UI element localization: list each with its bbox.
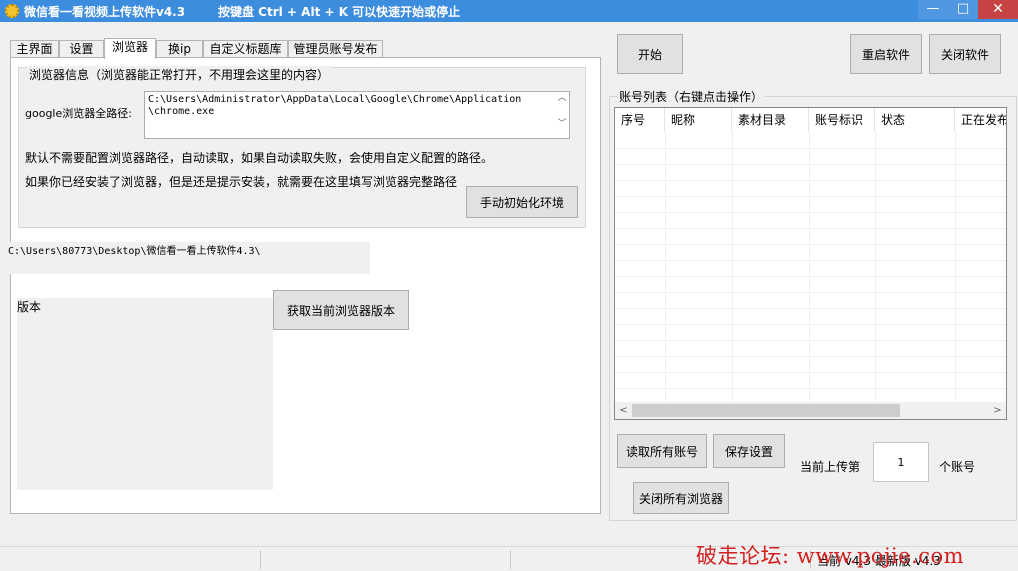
table-hscrollbar[interactable]: < > [615,402,1006,419]
app-icon [5,4,19,18]
row-line [615,196,1006,197]
table-body [615,132,1006,404]
upload-suffix-label: 个账号 [939,460,976,474]
row-line [615,260,1006,261]
col-material-dir[interactable]: 素材目录 [732,108,809,132]
row-line [615,292,1006,293]
row-line [615,356,1006,357]
status-separator [260,550,261,569]
row-line [615,308,1006,309]
forum-watermark: 破走论坛: www.pojie.com [696,544,965,568]
account-table[interactable]: 序号 昵称 素材目录 账号标识 状态 正在发布 < > [614,107,1007,420]
row-line [615,324,1006,325]
browser-tab-panel: 浏览器信息（浏览器能正常打开，不用理会这里的内容） google浏览器全路径: … [8,57,601,514]
row-line [615,228,1006,229]
upload-prefix-label: 当前上传第 [800,460,861,474]
browser-path-line-2: \chrome.exe [148,106,215,117]
row-line [615,164,1006,165]
row-line [615,212,1006,213]
version-output: 版本 [17,298,273,490]
tab-settings[interactable]: 设置 [59,40,104,58]
restart-button[interactable]: 重启软件 [850,34,922,74]
version-label: 版本 [17,300,42,314]
col-status[interactable]: 状态 [875,108,955,132]
col-line [955,132,956,404]
manual-path-note: 如果你已经安装了浏览器，但是还是提示安装，就需要在这里填写浏览器完整路径 [25,175,458,189]
get-version-button[interactable]: 获取当前浏览器版本 [273,290,409,330]
col-account-id[interactable]: 账号标识 [809,108,875,132]
status-separator [510,550,511,569]
tab-browser[interactable]: 浏览器 [104,38,156,59]
row-line [615,388,1006,389]
col-nickname[interactable]: 昵称 [665,108,732,132]
row-line [615,148,1006,149]
col-line [665,132,666,404]
title-bar: 微信看一看视频上传软件v4.3 按键盘 Ctrl + Alt + K 可以快速开… [0,0,1018,22]
path-scrollbar[interactable]: ︿ ﹀ [555,92,569,138]
row-line [615,372,1006,373]
col-index[interactable]: 序号 [615,108,665,132]
browser-path-label: google浏览器全路径: [25,107,132,120]
row-line [615,340,1006,341]
close-window-button[interactable]: ✕ [978,0,1018,19]
row-line [615,276,1006,277]
row-line [615,244,1006,245]
window-title: 微信看一看视频上传软件v4.3 [24,5,186,19]
scroll-right-icon[interactable]: > [989,402,1006,419]
close-app-button[interactable]: 关闭软件 [929,34,1001,74]
minimize-button[interactable]: — [918,0,948,19]
browser-path-field[interactable]: C:\Users\Administrator\AppData\Local\Goo… [144,91,570,139]
col-line [875,132,876,404]
read-accounts-button[interactable]: 读取所有账号 [617,434,707,468]
tab-change-ip[interactable]: 换ip [156,40,203,58]
scroll-thumb[interactable] [632,404,900,417]
current-dir-path: C:\Users\80773\Desktop\微信看一看上传软件4.3\ [8,242,370,274]
col-publishing[interactable]: 正在发布 [955,108,1006,132]
tab-custom-titles[interactable]: 自定义标题库 [203,40,288,58]
browser-info-title: 浏览器信息（浏览器能正常打开，不用理会这里的内容） [27,66,332,83]
scroll-left-icon[interactable]: < [615,402,632,419]
scroll-down-icon[interactable]: ﹀ [555,118,569,130]
row-line [615,180,1006,181]
account-list-title: 账号列表（右键点击操作） [617,88,766,105]
tab-admin-publish[interactable]: 管理员账号发布 [288,40,383,58]
save-settings-button[interactable]: 保存设置 [713,434,785,468]
scroll-up-icon[interactable]: ︿ [555,92,569,104]
auto-read-note: 默认不需要配置浏览器路径，自动读取，如果自动读取失败，会使用自定义配置的路径。 [25,151,494,165]
browser-info-group: 浏览器信息（浏览器能正常打开，不用理会这里的内容） google浏览器全路径: … [18,66,586,228]
tab-main[interactable]: 主界面 [10,40,59,58]
maximize-button[interactable]: □ [948,0,978,19]
upload-count-input[interactable]: 1 [873,442,929,482]
shortcut-hint: 按键盘 Ctrl + Alt + K 可以快速开始或停止 [218,5,461,19]
start-button[interactable]: 开始 [617,34,683,74]
table-header: 序号 昵称 素材目录 账号标识 状态 正在发布 [615,108,1006,132]
init-env-button[interactable]: 手动初始化环境 [466,186,578,218]
browser-path-line-1: C:\Users\Administrator\AppData\Local\Goo… [148,94,522,105]
col-line [809,132,810,404]
col-line [732,132,733,404]
close-browsers-button[interactable]: 关闭所有浏览器 [633,482,729,514]
